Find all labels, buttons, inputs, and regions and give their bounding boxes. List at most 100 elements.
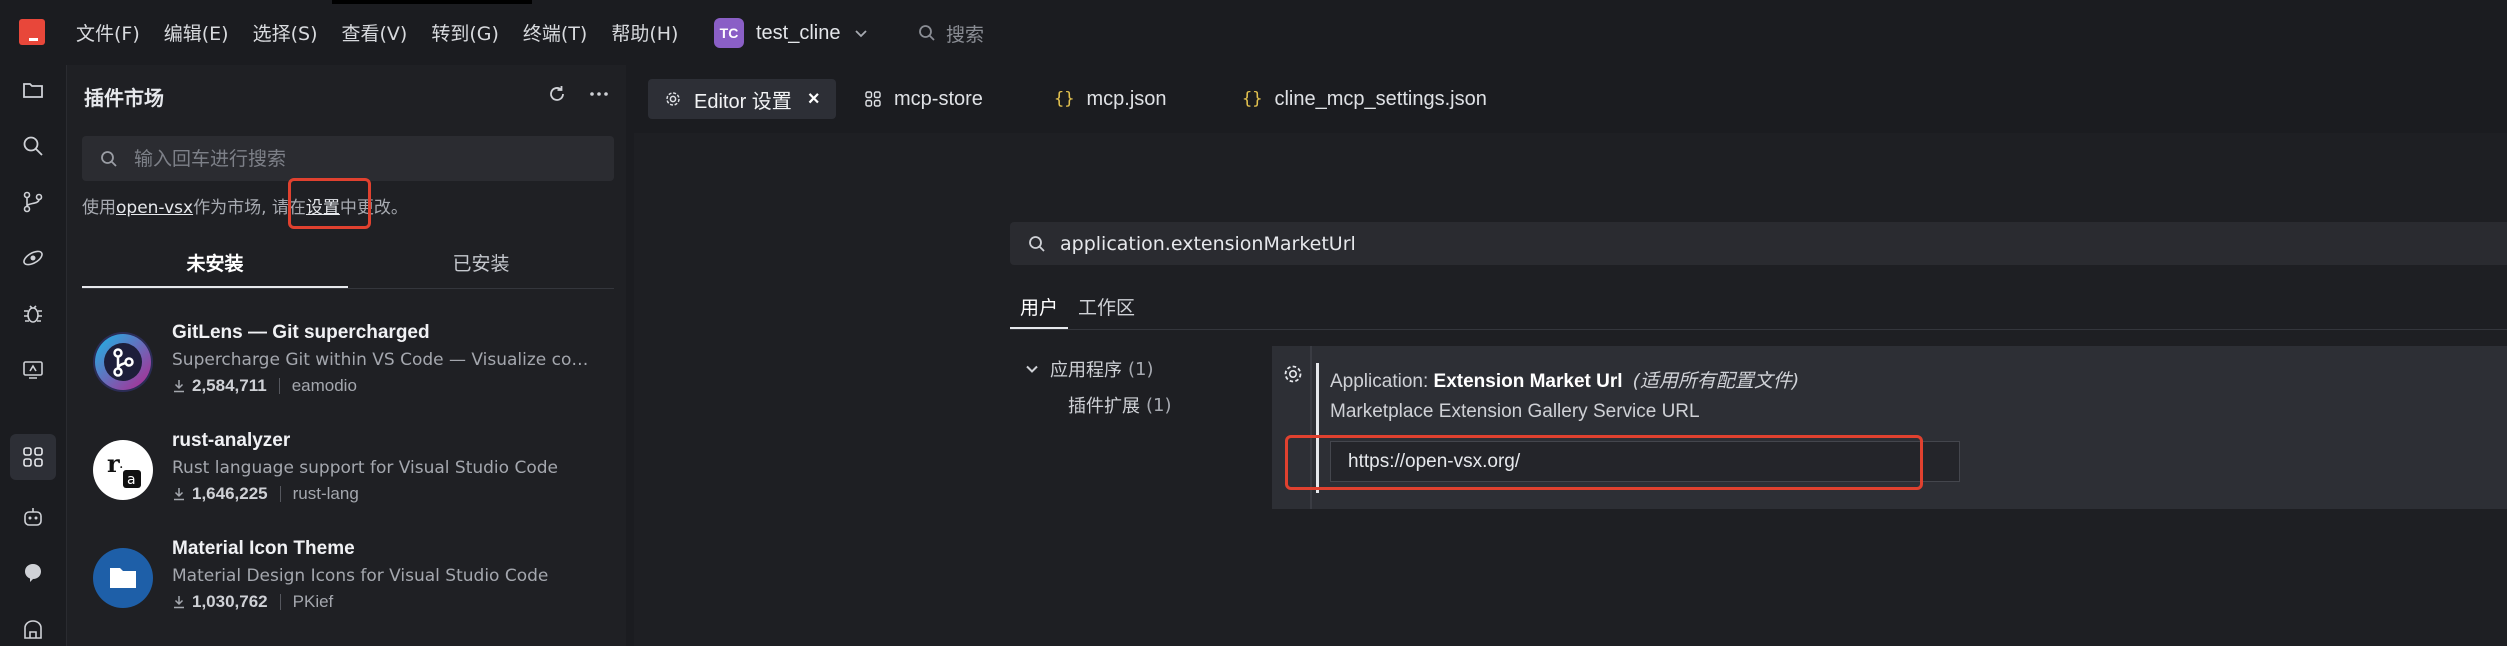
gear-icon[interactable] (1282, 363, 1304, 385)
material-icon-theme-logo (93, 548, 153, 608)
activity-bar (0, 65, 66, 646)
extensions-icon[interactable] (10, 434, 56, 480)
toc-item-extensions[interactable]: 插件扩展 (1) (1068, 387, 1172, 423)
download-count: 1,646,225 (192, 484, 268, 503)
extension-meta: 2,584,711 eamodio (172, 376, 357, 396)
menu-help[interactable]: 帮助(H) (611, 19, 678, 46)
grid-icon (865, 91, 881, 107)
tab-mcp-store[interactable]: mcp-store (848, 79, 999, 119)
sidebar-title: 插件市场 (84, 86, 164, 110)
global-search[interactable]: 搜索 (918, 17, 984, 49)
search-icon (919, 25, 935, 41)
setting-extension-market-url: Application: Extension Market Url (适用所有配置… (1272, 346, 2507, 509)
menu-selection[interactable]: 选择(S) (253, 19, 318, 46)
sidebar-actions (546, 83, 610, 105)
search-icon (101, 150, 117, 167)
settings-scope-tabs: 用户 工作区 (1010, 288, 2507, 330)
download-count: 1,030,762 (192, 592, 268, 611)
project-switcher[interactable]: TC test_cline (714, 17, 869, 49)
toc-label: 应用程序 (1050, 360, 1122, 381)
editor-area: Editor 设置 × mcp-store {} mcp.json {} cli… (634, 65, 2507, 646)
refresh-icon[interactable] (546, 83, 568, 105)
menu-file[interactable]: 文件(F) (76, 19, 140, 46)
extension-item-material-icon-theme[interactable]: Material Icon Theme Material Design Icon… (67, 536, 627, 636)
global-search-placeholder: 搜索 (946, 23, 985, 46)
meta-divider (279, 486, 281, 502)
chevron-down-icon (1026, 365, 1038, 373)
settings-search-input[interactable] (1060, 232, 2460, 255)
search-icon[interactable] (16, 129, 50, 163)
open-vsx-link[interactable]: open-vsx (116, 198, 193, 218)
tab-user-scope[interactable]: 用户 (1010, 288, 1069, 329)
menu-go[interactable]: 转到(G) (431, 19, 499, 46)
toc-count: (1) (1146, 394, 1172, 416)
rust-analyzer-logo: r.a (93, 440, 153, 500)
setting-stripe (1310, 346, 1312, 509)
setting-description: Marketplace Extension Gallery Service UR… (1330, 401, 1700, 422)
download-icon (174, 488, 184, 501)
tab-label: Editor 设置 (694, 90, 792, 113)
extension-meta: 1,030,762 PKief (172, 592, 333, 612)
toc-item-application[interactable]: 应用程序 (1) (1024, 351, 1172, 387)
tab-cline-mcp-settings-json[interactable]: {} cline_mcp_settings.json (1226, 79, 1503, 119)
settings-search-box (1010, 222, 2507, 265)
remote-explorer-icon[interactable] (16, 353, 50, 387)
robot-icon[interactable] (16, 500, 50, 534)
editor-tab-bar: Editor 设置 × mcp-store {} mcp.json {} cli… (634, 65, 2507, 133)
extension-tabs: 未安装 已安装 (82, 241, 614, 289)
extension-name: GitLens — Git supercharged (172, 322, 430, 343)
toc-count: (1) (1128, 358, 1154, 380)
extension-market-url-input[interactable] (1330, 441, 1960, 482)
publisher: eamodio (291, 376, 357, 395)
gear-icon (666, 92, 680, 106)
menu-terminal[interactable]: 终端(T) (523, 19, 587, 46)
download-count: 2,584,711 (192, 376, 267, 395)
project-badge: TC (714, 18, 744, 48)
publisher: PKief (292, 592, 334, 611)
app-logo (19, 19, 45, 45)
settings-link-highlight (288, 178, 371, 229)
setting-title: Application: Extension Market Url (适用所有配置… (1330, 366, 1799, 393)
publisher: rust-lang (292, 484, 359, 503)
remote-icon[interactable] (16, 241, 50, 275)
debug-icon[interactable] (16, 297, 50, 331)
settings-editor: 用户 工作区 应用程序 (1) 插件扩展 (1) Application: Ex… (634, 133, 2507, 646)
tab-mcp-json[interactable]: {} mcp.json (1038, 79, 1183, 119)
extension-item-gitlens[interactable]: GitLens — Git supercharged Supercharge G… (67, 320, 627, 420)
extension-description: Rust language support for Visual Studio … (172, 458, 558, 478)
extension-name: rust-analyzer (172, 430, 291, 451)
setting-title-prefix: Application: (1330, 371, 1434, 392)
tab-installed[interactable]: 已安装 (348, 241, 614, 288)
tab-not-installed[interactable]: 未安装 (82, 241, 348, 288)
source-control-icon[interactable] (16, 185, 50, 219)
explorer-icon[interactable] (16, 73, 50, 107)
title-bar: 文件(F) 编辑(E) 选择(S) 查看(V) 转到(G) 终端(T) 帮助(H… (0, 0, 2507, 65)
tab-editor-settings[interactable]: Editor 设置 × (648, 79, 836, 119)
tab-workspace-scope[interactable]: 工作区 (1068, 288, 1145, 329)
settings-toc: 应用程序 (1) 插件扩展 (1) (1024, 351, 1172, 423)
download-icon (174, 380, 184, 393)
json-icon: {} (1242, 89, 1263, 109)
search-icon (1029, 235, 1045, 252)
chat-icon[interactable] (16, 556, 50, 590)
menu-view[interactable]: 查看(V) (342, 19, 408, 46)
extension-search-box (82, 136, 614, 181)
menu-edit[interactable]: 编辑(E) (164, 19, 229, 46)
download-icon (174, 596, 184, 609)
tab-label: mcp-store (894, 87, 983, 110)
extension-item-rust-analyzer[interactable]: r.a rust-analyzer Rust language support … (67, 428, 627, 528)
menu-bar: 文件(F) 编辑(E) 选择(S) 查看(V) 转到(G) 终端(T) 帮助(H… (76, 0, 702, 65)
tab-label: mcp.json (1086, 87, 1167, 110)
extension-search-input[interactable] (134, 147, 574, 170)
toc-label: 插件扩展 (1068, 396, 1140, 417)
meta-divider (278, 378, 280, 394)
gitlens-logo (93, 332, 153, 392)
setting-focus-bar (1316, 363, 1319, 493)
extension-description: Supercharge Git within VS Code — Visuali… (172, 350, 592, 370)
marketplace-icon[interactable] (16, 612, 50, 646)
svg-text:.: . (119, 456, 123, 472)
meta-divider (279, 594, 281, 610)
extensions-sidebar: 插件市场 使用open-vsx作为市场, 请在设置中更改。 未安装 已安装 Gi… (66, 65, 626, 646)
more-icon[interactable] (588, 83, 610, 105)
close-icon[interactable]: × (808, 88, 820, 111)
